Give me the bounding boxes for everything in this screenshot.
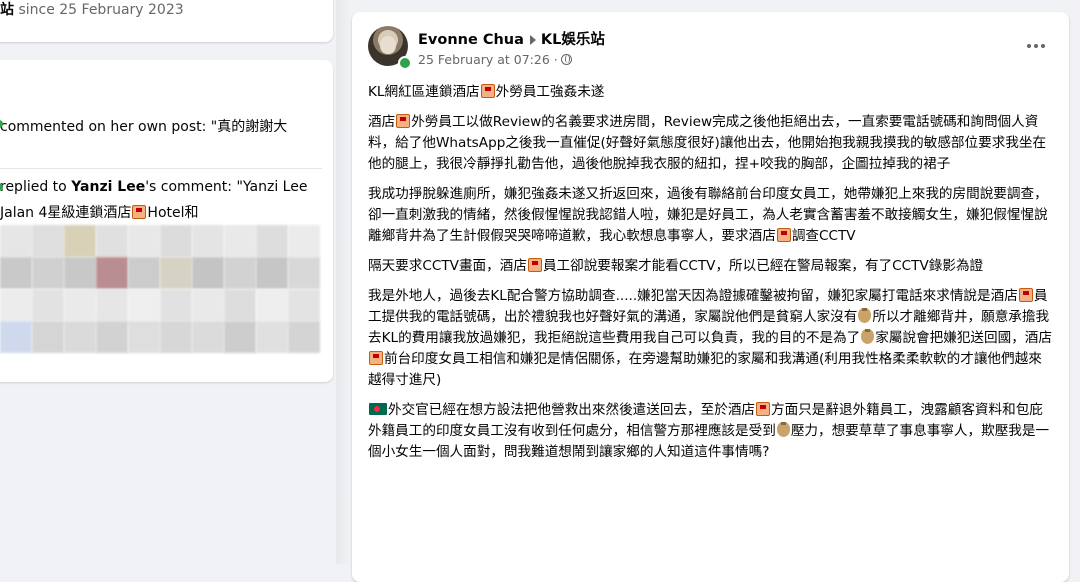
online-status-icon	[398, 56, 412, 70]
reply-line2-tail: Hotel和	[147, 205, 199, 221]
paragraph-4: 我是外地人，過後去KL配合警方協助調查.....嫌犯當天因為證據確鑿被拘留，嫌犯…	[368, 286, 1054, 391]
p5-text-1: 外交官已經在想方設法把他營救出來然後遣送回去，至於酒店	[388, 402, 756, 418]
activity-item-comment[interactable]: commented on her own post: "真的謝謝大	[0, 116, 287, 136]
left-header-card: 站 since 25 February 2023	[0, 0, 333, 42]
member-since-date: since 25 February 2023	[18, 2, 184, 18]
p3-text-2: 員工卻說要報案才能看CCTV，所以已經在警局報案，有了CCTV錄影為證	[542, 258, 984, 274]
column-shadow	[336, 0, 350, 564]
reply-line2-text: Jalan 4星級連鎖酒店	[0, 205, 132, 221]
author-name[interactable]: Evonne Chua	[418, 32, 524, 48]
post-timestamp[interactable]: 25 February at 07:26 ·	[418, 52, 558, 67]
hotel-emoji-icon	[369, 351, 383, 365]
member-since-text: 站 since 25 February 2023	[0, 0, 184, 19]
group-name[interactable]: KL娛乐站	[541, 32, 605, 48]
reply-name: Yanzi Lee	[71, 179, 146, 195]
post-meta: 25 February at 07:26 ·	[418, 52, 572, 67]
post-body: KL網紅區連鎖酒店 外勞員工強姦未遂 酒店 外勞員工以做Review的名義要求进房間…	[368, 82, 1054, 472]
p4-text-1: 我是外地人，過後去KL配合警方協助調查.....嫌犯當天因為證據確鑿被拘留，嫌犯…	[368, 288, 1018, 304]
bangladesh-flag-emoji-icon	[369, 403, 387, 415]
p1-text-2: 外勞員工以做Review的名義要求进房間，Review完成之後他拒絕出去，一直索…	[368, 114, 1047, 172]
post-title-text-1: KL網紅區連鎖酒店	[368, 84, 480, 100]
money-bag-emoji-icon	[858, 308, 872, 323]
hotel-emoji-icon	[1018, 288, 1033, 302]
blurred-content	[0, 225, 330, 353]
caret-right-icon	[529, 35, 536, 45]
p4-text-4: 家屬說會把嫌犯送回國，酒店	[875, 330, 1052, 346]
hotel-emoji-icon	[756, 402, 771, 416]
activity-comment-text: commented on her own post: "真的謝謝大	[0, 119, 288, 135]
reply-prefix: replied to	[0, 179, 72, 195]
paragraph-1: 酒店 外勞員工以做Review的名義要求进房間，Review完成之後他拒絕出去，一…	[368, 112, 1054, 175]
post-card: Evonne Chua KL娛乐站 25 February at 07:26 · …	[352, 12, 1069, 582]
hotel-emoji-icon	[776, 228, 791, 242]
money-bag-emoji-icon	[776, 422, 790, 437]
reply-suffix: 's comment: "Yanzi Lee	[145, 179, 308, 195]
p2-text-1: 我成功掙脫躲進廁所，嫌犯強姦未遂又折返回來，過後有聯絡前台印度女員工，她帶嫌犯上…	[368, 186, 1048, 244]
paragraph-2: 我成功掙脫躲進廁所，嫌犯強姦未遂又折返回來，過後有聯絡前台印度女員工，她帶嫌犯上…	[368, 184, 1054, 247]
activity-item-reply[interactable]: replied to Yanzi Lee's comment: "Yanzi L…	[0, 179, 307, 195]
post-header-title: Evonne Chua KL娛乐站	[418, 28, 605, 49]
p3-text-1: 隔天要求CCTV畫面，酒店	[368, 258, 527, 274]
post-title: KL網紅區連鎖酒店 外勞員工強姦未遂	[368, 82, 1054, 103]
hotel-emoji-icon	[480, 84, 495, 98]
activity-card: commented on her own post: "真的謝謝大 replie…	[0, 60, 333, 382]
hotel-emoji-icon	[527, 258, 542, 272]
p4-text-5: 前台印度女員工相信和嫌犯是情侶關係，在旁邊幫助嫌犯的家屬和我溝通(利用我性格柔柔…	[368, 351, 1042, 388]
more-options-icon[interactable]	[1018, 32, 1054, 60]
member-since-name: 站	[0, 2, 14, 18]
paragraph-5: 外交官已經在想方設法把他營救出來然後遣送回去，至於酒店 方面只是辭退外籍員工，洩露…	[368, 400, 1054, 463]
hotel-emoji-icon	[132, 205, 147, 219]
p2-text-2: 調查CCTV	[791, 228, 856, 244]
paragraph-3: 隔天要求CCTV畫面，酒店 員工卻說要報案才能看CCTV，所以已經在警局報案，有了…	[368, 256, 1054, 277]
hotel-emoji-icon	[396, 114, 411, 128]
reply-line-2: Jalan 4星級連鎖酒店 Hotel和	[0, 202, 199, 222]
globe-icon	[560, 54, 572, 65]
post-title-text-2: 外勞員工強姦未遂	[495, 84, 605, 100]
activity-divider	[0, 168, 322, 169]
p1-text-1: 酒店	[368, 114, 396, 130]
money-bag-emoji-icon	[861, 329, 875, 344]
